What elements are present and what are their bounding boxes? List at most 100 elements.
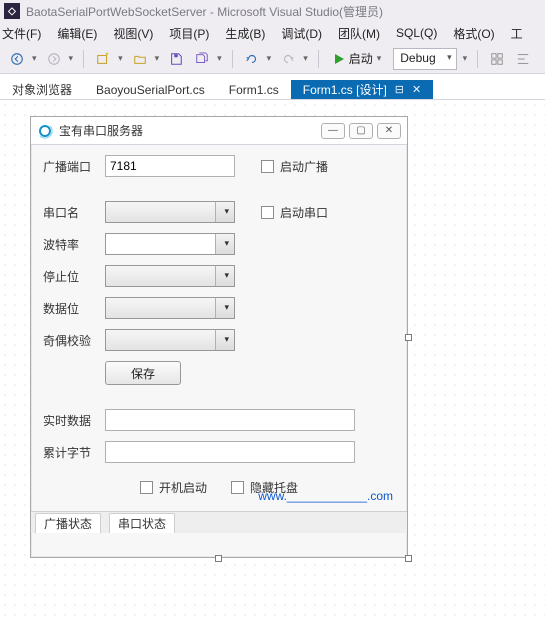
vs-menu-bar: 文件(F) 编辑(E) 视图(V) 项目(P) 生成(B) 调试(D) 团队(M… (0, 22, 545, 44)
start-debug-button[interactable]: 启动 ▾ (327, 48, 390, 70)
tab-label: Form1.cs (229, 83, 279, 97)
open-file-dropdown[interactable]: ▾ (155, 53, 162, 64)
mock-form-window[interactable]: 宝有串口服务器 — ▢ ✕ 广播端口 启动广播 串口名 (30, 116, 408, 558)
pin-icon[interactable]: ⊟ (395, 83, 404, 96)
stop-combo[interactable] (105, 265, 235, 287)
toolbar-separator-4 (477, 50, 478, 68)
baud-combo[interactable] (105, 233, 235, 255)
redo-dropdown[interactable]: ▾ (303, 53, 310, 64)
start-debug-dropdown[interactable]: ▾ (377, 53, 384, 64)
menu-format[interactable]: 格式(O) (453, 25, 494, 42)
tab-form1-design[interactable]: Form1.cs [设计] ⊟ ✕ (291, 80, 433, 99)
tab-object-browser[interactable]: 对象浏览器 (0, 80, 84, 99)
mock-title-bar: 宝有串口服务器 — ▢ ✕ (31, 117, 407, 145)
minimize-button[interactable]: — (321, 123, 345, 139)
save-form-button[interactable]: 保存 (105, 361, 181, 385)
save-icon (169, 52, 183, 66)
undo-dropdown[interactable]: ▾ (267, 53, 274, 64)
checkbox-icon (140, 481, 153, 494)
open-file-button[interactable] (129, 48, 151, 70)
tab-serial-status[interactable]: 串口状态 (109, 513, 175, 533)
selection-handle-right[interactable] (405, 334, 412, 341)
mock-bottom-tabs: 广播状态 串口状态 (31, 511, 407, 533)
new-project-dropdown[interactable]: ▾ (118, 53, 125, 64)
bytes-input[interactable] (105, 441, 355, 463)
start-serial-checkbox[interactable]: 启动串口 (261, 204, 328, 221)
redo-button[interactable] (277, 48, 299, 70)
document-tab-strip: 对象浏览器 BaoyouSerialPort.cs Form1.cs Form1… (0, 74, 545, 100)
selection-handle-bottom[interactable] (215, 555, 222, 562)
undo-icon (245, 52, 259, 66)
save-all-dropdown[interactable]: ▾ (217, 53, 224, 64)
tab-baoyou-serialport[interactable]: BaoyouSerialPort.cs (84, 80, 217, 99)
serial-name-label: 串口名 (43, 204, 97, 221)
data-combo[interactable] (105, 297, 235, 319)
mock-system-buttons: — ▢ ✕ (321, 123, 401, 139)
toolbar-separator-2 (232, 50, 233, 68)
checkbox-icon (231, 481, 244, 494)
toolbar-separator-3 (318, 50, 319, 68)
menu-debug[interactable]: 调试(D) (281, 25, 322, 42)
start-broadcast-checkbox[interactable]: 启动广播 (261, 158, 328, 175)
arrow-left-icon (10, 52, 24, 66)
mock-window-title: 宝有串口服务器 (59, 122, 315, 139)
port-label: 广播端口 (43, 158, 97, 175)
serial-name-combo[interactable] (105, 201, 235, 223)
undo-button[interactable] (241, 48, 263, 70)
tab-label: Form1.cs [设计] (303, 81, 387, 98)
redo-icon (281, 52, 295, 66)
menu-tools[interactable]: 工 (511, 25, 523, 42)
checkbox-icon (261, 160, 274, 173)
realtime-input[interactable] (105, 409, 355, 431)
menu-sql[interactable]: SQL(Q) (396, 26, 437, 40)
data-label: 数据位 (43, 300, 97, 317)
menu-project[interactable]: 项目(P) (169, 25, 209, 42)
checkbox-label: 启动广播 (280, 158, 328, 175)
vs-logo-icon: ◇ (4, 3, 20, 19)
website-link[interactable]: www.____________.com (258, 489, 393, 503)
config-dropdown-extra[interactable]: ▾ (463, 53, 470, 64)
maximize-button[interactable]: ▢ (349, 123, 373, 139)
nav-back-dropdown[interactable]: ▾ (32, 53, 39, 64)
selection-handle-corner[interactable] (405, 555, 412, 562)
tab-form1-code[interactable]: Form1.cs (217, 80, 291, 99)
toolbar-separator (83, 50, 84, 68)
config-combo[interactable]: Debug (393, 48, 456, 70)
open-folder-icon (133, 52, 147, 66)
menu-build[interactable]: 生成(B) (225, 25, 265, 42)
designer-surface[interactable]: 宝有串口服务器 — ▢ ✕ 广播端口 启动广播 串口名 (0, 100, 545, 620)
nav-back-button[interactable] (6, 48, 28, 70)
menu-team[interactable]: 团队(M) (338, 25, 380, 42)
nav-forward-dropdown[interactable]: ▾ (69, 53, 76, 64)
port-input[interactable] (105, 155, 235, 177)
close-icon[interactable]: ✕ (412, 83, 421, 96)
close-button[interactable]: ✕ (377, 123, 401, 139)
parity-combo[interactable] (105, 329, 235, 351)
realtime-label: 实时数据 (43, 412, 97, 429)
align-button[interactable] (512, 48, 534, 70)
play-icon (333, 53, 345, 65)
toolbox-button[interactable] (486, 48, 508, 70)
save-all-icon (195, 52, 209, 66)
tab-broadcast-status[interactable]: 广播状态 (35, 513, 101, 533)
checkbox-label: 启动串口 (280, 204, 328, 221)
vs-window-title: BaotaSerialPortWebSocketServer - Microso… (26, 3, 383, 20)
stop-label: 停止位 (43, 268, 97, 285)
menu-view[interactable]: 视图(V) (113, 25, 153, 42)
align-icon (516, 52, 530, 66)
save-button[interactable] (165, 48, 187, 70)
new-project-button[interactable] (92, 48, 114, 70)
config-combo-value: Debug (400, 51, 435, 65)
menu-edit[interactable]: 编辑(E) (57, 25, 97, 42)
nav-forward-button[interactable] (43, 48, 65, 70)
new-project-icon (96, 52, 110, 66)
save-all-button[interactable] (191, 48, 213, 70)
boot-start-checkbox[interactable]: 开机启动 (140, 479, 207, 496)
button-label: 保存 (131, 365, 155, 382)
tab-label: BaoyouSerialPort.cs (96, 83, 205, 97)
vs-title-bar: ◇ BaotaSerialPortWebSocketServer - Micro… (0, 0, 545, 22)
baud-label: 波特率 (43, 236, 97, 253)
arrow-right-icon (47, 52, 61, 66)
menu-file[interactable]: 文件(F) (2, 25, 41, 42)
mock-form-body: 广播端口 启动广播 串口名 启动串口 波特率 (31, 145, 407, 533)
